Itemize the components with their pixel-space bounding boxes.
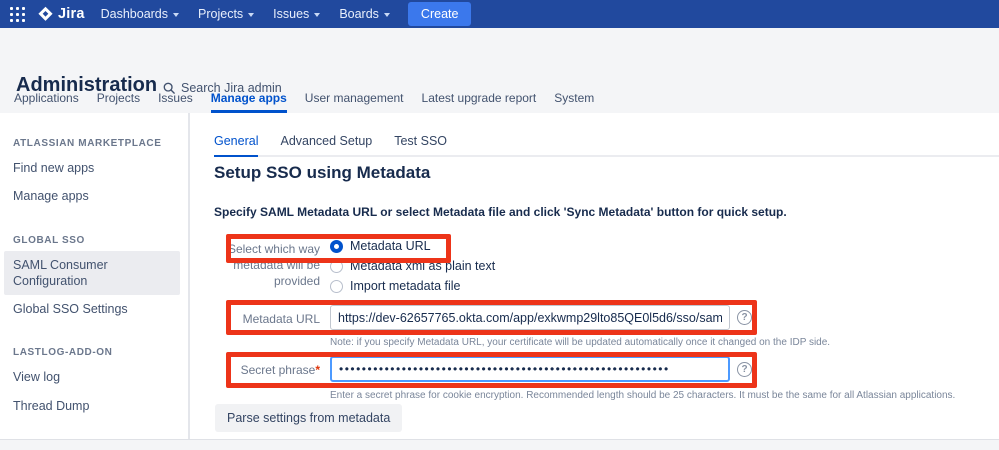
tab-system[interactable]: System (554, 91, 594, 113)
tab-general[interactable]: General (214, 134, 259, 157)
grid-dots-icon (10, 6, 25, 22)
secret-phrase-label: Secret phrase* (224, 362, 320, 378)
admin-tab-bar: Applications Projects Issues Manage apps… (14, 91, 594, 113)
sidebar-section-global-sso: GLOBAL SSO SAML Consumer Configuration G… (0, 235, 188, 324)
nav-boards[interactable]: Boards (339, 7, 390, 21)
radio-label-import-file: Import metadata file (350, 279, 461, 293)
tab-user-management[interactable]: User management (305, 91, 404, 113)
secret-phrase-help-icon[interactable]: ? (737, 362, 752, 377)
sidebar-item-find-new-apps[interactable]: Find new apps (4, 154, 180, 182)
create-button[interactable]: Create (407, 2, 472, 26)
radio-option-import-file[interactable]: Import metadata file (330, 279, 495, 293)
sidebar-item-view-log[interactable]: View log (4, 363, 180, 391)
sidebar-header-atlassian-marketplace: ATLASSIAN MARKETPLACE (13, 138, 162, 149)
sidebar-item-saml-consumer-configuration[interactable]: SAML Consumer Configuration (4, 250, 180, 295)
jira-logo[interactable]: Jira (37, 6, 85, 23)
sidebar-item-manage-apps[interactable]: Manage apps (4, 182, 180, 210)
sidebar-item-global-sso-settings[interactable]: Global SSO Settings (4, 295, 180, 323)
tab-latest-upgrade-report[interactable]: Latest upgrade report (422, 91, 537, 113)
sidebar-section-marketplace: ATLASSIAN MARKETPLACE Find new apps Mana… (0, 138, 188, 211)
nav-projects-label: Projects (198, 7, 244, 21)
sidebar-section-lastlog: LASTLOG-ADD-ON View log Thread Dump (0, 347, 188, 420)
nav-issues[interactable]: Issues (273, 7, 321, 21)
admin-sidebar: ATLASSIAN MARKETPLACE Find new apps Mana… (0, 113, 190, 450)
nav-dashboards[interactable]: Dashboards (100, 7, 180, 21)
tab-test-sso[interactable]: Test SSO (394, 134, 447, 155)
sidebar-header-lastlog-add-on: LASTLOG-ADD-ON (13, 347, 113, 359)
sidebar-header-global-sso: GLOBAL SSO (13, 234, 85, 246)
metadata-url-input[interactable] (330, 305, 730, 330)
metadata-url-help-icon[interactable]: ? (737, 310, 752, 325)
sidebar-item-thread-dump[interactable]: Thread Dump (4, 392, 180, 420)
setup-instruction: Specify SAML Metadata URL or select Meta… (214, 205, 787, 219)
admin-header: Administration Search Jira admin Applica… (0, 28, 999, 113)
jira-admin-page: Jira Dashboards Projects Issues Boards C… (0, 0, 999, 450)
jira-mark-icon (38, 6, 53, 21)
secret-phrase-input[interactable] (330, 356, 730, 382)
radio-label-metadata-xml: Metadata xml as plain text (350, 259, 496, 273)
radio-unselected-icon[interactable] (330, 259, 343, 273)
radio-option-metadata-xml[interactable]: Metadata xml as plain text (330, 259, 495, 273)
sso-tab-bar: General Advanced Setup Test SSO (214, 134, 999, 157)
parse-settings-button[interactable]: Parse settings from metadata (215, 404, 403, 432)
secret-phrase-help-text: Enter a secret phrase for cookie encrypt… (330, 390, 956, 401)
topnav-menu: Dashboards Projects Issues Boards (101, 7, 390, 21)
section-heading: Setup SSO using Metadata (214, 163, 431, 182)
metadata-url-note: Note: if you specify Metadata URL, your … (330, 337, 831, 348)
nav-projects[interactable]: Projects (198, 7, 255, 21)
provider-choice-label: Select which way metadata will be provid… (227, 242, 320, 289)
radio-option-metadata-url[interactable]: Metadata URL (330, 239, 495, 253)
chevron-down-icon (383, 12, 390, 17)
tab-advanced-setup[interactable]: Advanced Setup (280, 134, 372, 155)
nav-boards-label: Boards (339, 7, 379, 21)
chevron-down-icon (314, 12, 321, 17)
footer-strip (0, 439, 999, 450)
nav-dashboards-label: Dashboards (100, 7, 169, 21)
app-switcher-grid-icon[interactable] (10, 6, 25, 22)
radio-unselected-icon[interactable] (330, 279, 343, 293)
tab-issues[interactable]: Issues (158, 91, 193, 113)
radio-label-metadata-url: Metadata URL (350, 239, 431, 253)
top-navigation-bar: Jira Dashboards Projects Issues Boards C… (0, 0, 999, 28)
tab-manage-apps[interactable]: Manage apps (210, 91, 287, 113)
chevron-down-icon (248, 12, 255, 17)
chevron-down-icon (173, 12, 180, 17)
tab-applications[interactable]: Applications (14, 91, 79, 113)
tab-projects[interactable]: Projects (97, 91, 140, 113)
metadata-url-label: Metadata URL (242, 312, 320, 326)
metadata-provider-radio-group: Metadata URL Metadata xml as plain text … (330, 239, 495, 293)
brand-name: Jira (58, 6, 85, 22)
secret-phrase-label-text: Secret phrase (240, 363, 316, 377)
nav-issues-label: Issues (273, 7, 310, 21)
radio-selected-icon[interactable] (330, 239, 343, 253)
required-asterisk: * (315, 363, 320, 377)
